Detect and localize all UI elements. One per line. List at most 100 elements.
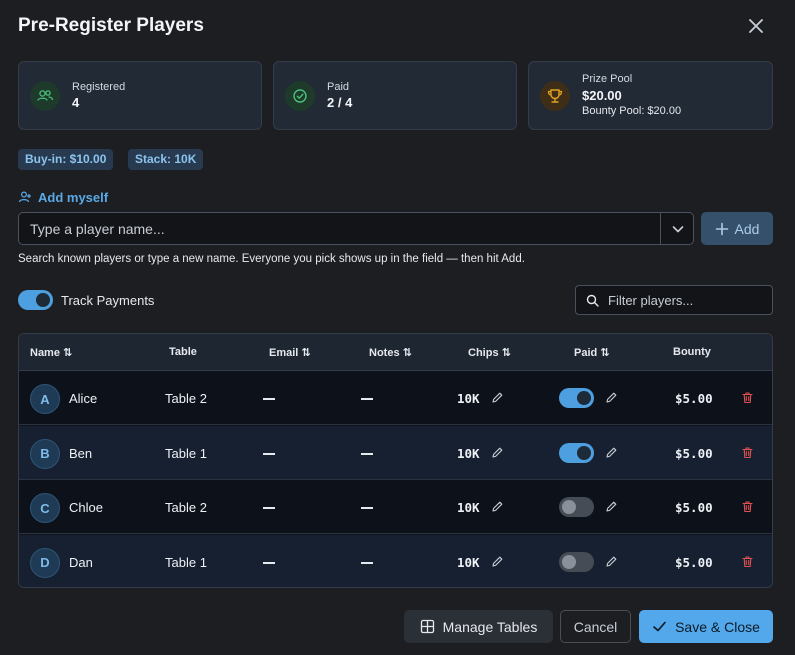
paid-toggle[interactable] <box>559 551 594 572</box>
notes-empty <box>361 398 373 400</box>
bounty-value: $5.00 <box>675 445 713 461</box>
player-dropdown-toggle[interactable] <box>660 213 694 244</box>
track-payments: Track Payments <box>18 290 154 310</box>
chips-value: 10K <box>457 500 480 515</box>
dialog-title: Pre-Register Players <box>18 15 204 36</box>
sort-icon: ⇅ <box>63 347 73 359</box>
track-payments-label: Track Payments <box>61 292 155 308</box>
prize-pool-card: Prize Pool $20.00 Bounty Pool: $20.00 <box>528 61 773 130</box>
filter-input[interactable] <box>608 286 768 314</box>
check-circle-icon <box>285 81 315 111</box>
pre-register-dialog: Pre-Register Players Registered 4 Paid 2… <box>0 0 795 655</box>
edit-paid-icon[interactable] <box>605 446 618 464</box>
paid-card: Paid 2 / 4 <box>273 61 517 130</box>
chips-value: 10K <box>457 554 480 570</box>
help-text: Search known players or type a new name.… <box>18 253 525 265</box>
avatar: D <box>30 547 60 578</box>
notes-empty <box>361 507 373 509</box>
table-row: B Ben Table 1 10K $5.00 <box>19 425 772 480</box>
email-empty <box>263 507 275 509</box>
edit-paid-icon[interactable] <box>605 500 618 518</box>
col-bounty: Bounty <box>673 346 711 358</box>
user-plus-icon <box>18 191 31 203</box>
player-name: Alice <box>69 391 98 406</box>
bounty-value: $5.00 <box>675 554 713 570</box>
prize-pool-value: $20.00 <box>582 88 622 103</box>
save-close-button[interactable]: Save & Close <box>639 610 773 643</box>
trash-icon[interactable] <box>741 500 754 518</box>
avatar: C <box>30 493 60 523</box>
sort-icon: ⇅ <box>600 347 610 359</box>
paid-label: Paid <box>327 81 350 93</box>
email-empty <box>263 398 275 400</box>
track-payments-toggle[interactable] <box>18 290 53 310</box>
paid-toggle[interactable] <box>559 388 594 408</box>
trash-icon[interactable] <box>741 446 754 464</box>
notes-empty <box>361 561 373 564</box>
manage-tables-button[interactable]: Manage Tables <box>404 610 553 643</box>
sort-icon: ⇅ <box>402 347 412 359</box>
player-search-combobox <box>18 212 694 245</box>
trash-icon[interactable] <box>741 555 754 573</box>
add-button[interactable]: Add <box>701 212 773 245</box>
sort-icon: ⇅ <box>501 347 511 359</box>
email-empty <box>263 452 275 455</box>
table-row: D Dan Table 1 10K $5.00 <box>19 534 772 587</box>
col-paid-label: Paid <box>574 347 598 359</box>
registered-card: Registered 4 <box>18 61 262 130</box>
col-notes[interactable]: Notes ⇅ <box>369 346 412 359</box>
player-table: Table 1 <box>165 445 207 461</box>
table-header: Name ⇅ Table Email ⇅ Notes ⇅ Chips ⇅ Pai… <box>19 334 772 371</box>
plus-icon <box>715 222 728 235</box>
edit-chips-icon[interactable] <box>491 391 504 409</box>
col-email[interactable]: Email ⇅ <box>269 346 311 359</box>
col-email-label: Email <box>269 347 299 359</box>
edit-paid-icon[interactable] <box>605 555 618 573</box>
player-name: Chloe <box>69 500 103 515</box>
edit-paid-icon[interactable] <box>605 391 618 409</box>
player-table: Table 2 <box>165 391 207 406</box>
chevron-down-icon <box>672 225 683 232</box>
paid-toggle[interactable] <box>559 442 594 463</box>
close-icon[interactable] <box>745 15 767 37</box>
col-name[interactable]: Name ⇅ <box>30 346 72 359</box>
notes-empty <box>361 452 373 455</box>
edit-chips-icon[interactable] <box>491 500 504 518</box>
add-myself-link[interactable]: Add myself <box>18 189 108 205</box>
col-notes-label: Notes <box>369 347 400 359</box>
edit-chips-icon[interactable] <box>491 555 504 573</box>
chips-value: 10K <box>457 391 480 406</box>
bounty-value: $5.00 <box>675 391 713 406</box>
player-table: Table 1 <box>165 554 207 570</box>
avatar: A <box>30 384 60 414</box>
registered-label: Registered <box>72 81 126 93</box>
manage-tables-label: Manage Tables <box>442 618 538 635</box>
save-close-label: Save & Close <box>675 618 760 635</box>
chips-value: 10K <box>457 445 480 461</box>
table-row: A Alice Table 2 10K $5.00 <box>19 371 772 425</box>
bounty-pool-text: Bounty Pool: $20.00 <box>582 105 682 117</box>
paid-toggle[interactable] <box>559 497 594 517</box>
col-table: Table <box>169 346 197 358</box>
col-name-label: Name <box>30 347 60 359</box>
trophy-icon <box>540 81 570 111</box>
avatar: B <box>30 438 60 469</box>
add-myself-label: Add myself <box>38 189 109 205</box>
sort-icon: ⇅ <box>301 347 311 359</box>
edit-chips-icon[interactable] <box>491 446 504 464</box>
cancel-button[interactable]: Cancel <box>560 610 631 643</box>
stack-badge: Stack: 10K <box>128 149 204 170</box>
trash-icon[interactable] <box>741 391 754 409</box>
col-chips[interactable]: Chips ⇅ <box>468 346 511 359</box>
player-search-input[interactable] <box>19 213 660 244</box>
buyin-badge: Buy-in: $10.00 <box>18 149 114 170</box>
col-paid[interactable]: Paid ⇅ <box>574 346 610 359</box>
add-button-label: Add <box>734 220 760 237</box>
player-name: Ben <box>69 445 93 461</box>
col-chips-label: Chips <box>468 347 499 359</box>
player-table: Table 2 <box>165 500 207 515</box>
grid-icon <box>420 619 434 634</box>
paid-value: 2 / 4 <box>327 95 353 110</box>
check-icon <box>653 621 666 632</box>
email-empty <box>263 561 275 564</box>
